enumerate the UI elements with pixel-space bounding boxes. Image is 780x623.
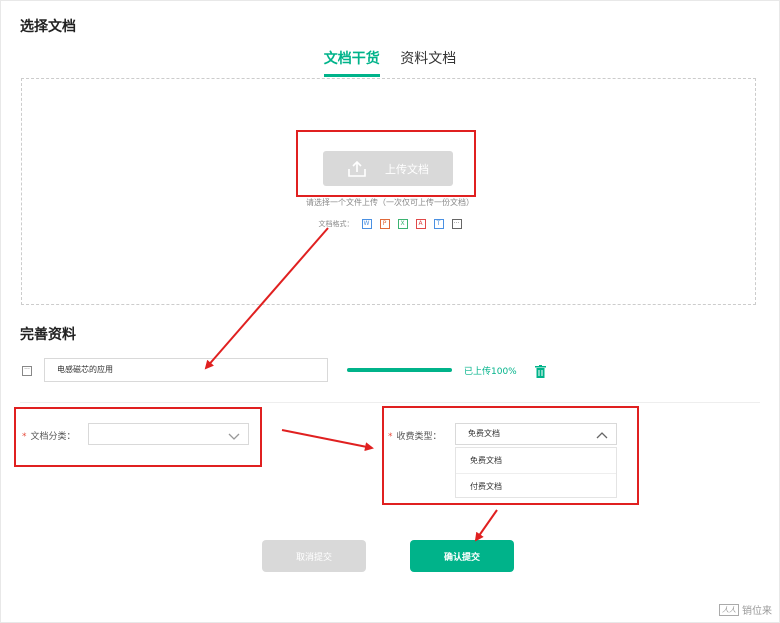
watermark-badge: 人人 bbox=[719, 603, 739, 616]
annotation-box-category bbox=[14, 407, 262, 467]
supported-formats: 文档格式： W P X A T ··· bbox=[0, 219, 780, 229]
annotation-box-upload bbox=[296, 130, 476, 197]
watermark: 人人 销位来 bbox=[719, 602, 772, 617]
excel-format-icon: X bbox=[397, 219, 408, 229]
word-format-icon: W bbox=[361, 219, 372, 229]
annotation-box-fee-type bbox=[382, 406, 639, 505]
ppt-format-icon: P bbox=[379, 219, 390, 229]
delete-trash-icon[interactable] bbox=[535, 363, 546, 382]
document-tabs: 文档干货 资料文档 bbox=[0, 48, 780, 78]
upload-progress-bar bbox=[347, 368, 452, 372]
confirm-submit-button[interactable]: 确认提交 bbox=[410, 540, 514, 572]
section-title-select-document: 选择文档 bbox=[20, 19, 76, 35]
pdf-format-icon: A bbox=[415, 219, 426, 229]
txt-format-icon: T bbox=[433, 219, 444, 229]
upload-hint: 请选择一个文件上传（一次仅可上传一份文档） bbox=[306, 198, 474, 207]
divider bbox=[20, 402, 760, 403]
filename-input[interactable]: 电感磁芯的应用 bbox=[44, 358, 328, 382]
cancel-submit-button[interactable]: 取消提交 bbox=[262, 540, 366, 572]
formats-label: 文档格式： bbox=[318, 220, 354, 228]
section-title-complete-info: 完善资料 bbox=[20, 327, 76, 343]
file-type-icon: ··· bbox=[22, 366, 32, 376]
tab-document-goods[interactable]: 文档干货 bbox=[323, 48, 380, 77]
tab-material-documents[interactable]: 资料文档 bbox=[400, 48, 456, 74]
upload-progress-text: 已上传100% bbox=[464, 367, 517, 377]
watermark-text: 销位来 bbox=[742, 606, 772, 617]
other-format-icon: ··· bbox=[451, 219, 462, 229]
